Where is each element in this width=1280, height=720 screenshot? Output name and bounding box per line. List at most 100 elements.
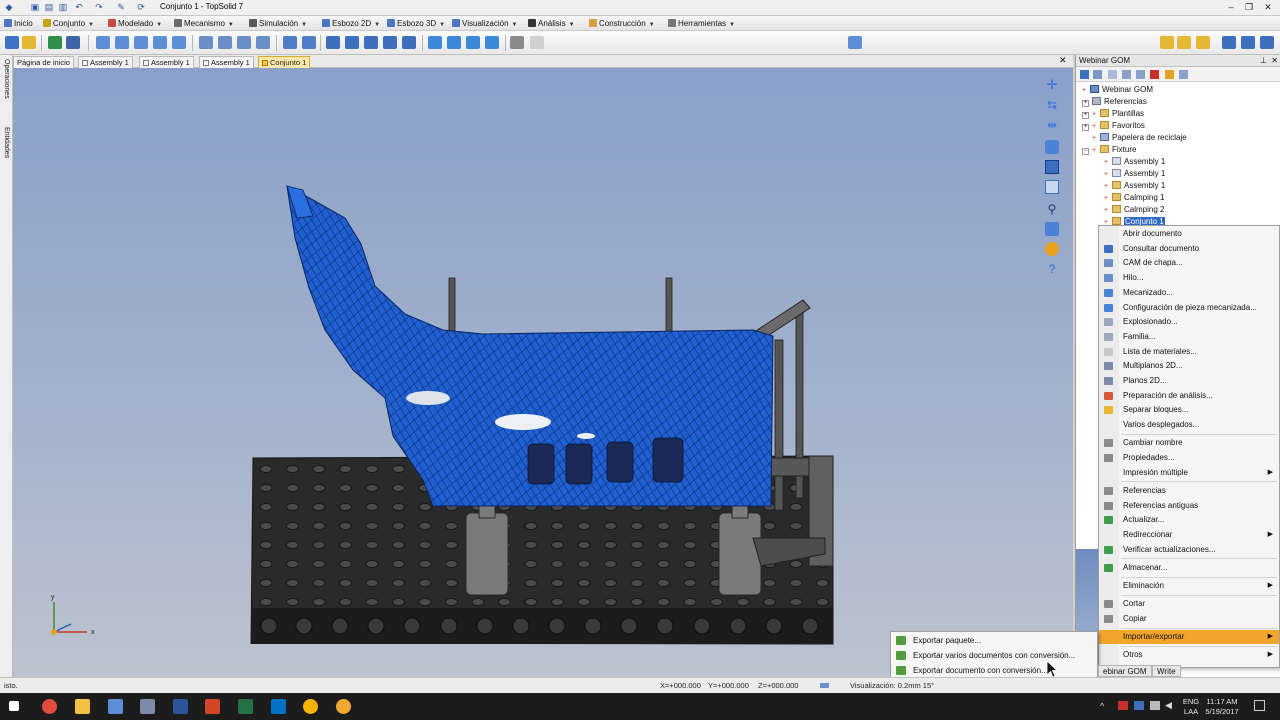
context-menu-item-verificar-actualizaciones[interactable]: Verificar actualizaciones... [1099,543,1279,557]
tree-item-fixture[interactable]: − + Fixture [1082,144,1136,156]
replace-icon[interactable] [48,36,62,49]
tab-assembly-2[interactable]: Assembly 1 [139,56,194,68]
context-menu-item-configuración-de-pieza-mecanizada[interactable]: Configuración de pieza mecanizada... [1099,301,1279,315]
menu-modelado[interactable]: Modelado ▼ [108,18,162,29]
filter-icon[interactable] [1108,70,1117,79]
menu-construccion[interactable]: Construcción ▼ [589,18,655,29]
cube-view-icon[interactable] [1045,222,1059,236]
view-rear-icon[interactable] [402,36,416,49]
undo-icon[interactable]: ↶ [74,2,84,12]
menu-inicio[interactable]: Inicio [4,18,33,29]
menu-esbozo-3d[interactable]: Esbozo 3D ▼ [387,18,445,29]
hidden-lines-icon[interactable] [466,36,480,49]
help-icon[interactable]: ? [1045,262,1059,276]
new-icon[interactable] [1080,70,1089,79]
menu-simulacion[interactable]: Simulación ▼ [249,18,307,29]
view-iso-icon[interactable] [383,36,397,49]
folder-open-icon[interactable] [1177,36,1191,49]
delete-icon[interactable] [1150,70,1159,79]
language-indicator[interactable]: ENG [1180,697,1202,706]
shading-icon[interactable] [428,36,442,49]
expand-icon[interactable]: + [1082,124,1089,131]
context-menu-item-consultar-documento[interactable]: Consultar documento [1099,242,1279,256]
close-window-button[interactable]: ✕ [1261,1,1275,13]
topsolid-icon[interactable] [303,699,318,714]
edges-icon[interactable] [485,36,499,49]
export-multiple-documents-item[interactable]: Exportar varios documentos con conversió… [891,648,1097,663]
context-menu-item-almacenar[interactable]: Almacenar... [1099,561,1279,575]
minimize-button[interactable]: – [1224,1,1238,13]
context-menu-item-cambiar-nombre[interactable]: Cambiar nombre [1099,436,1279,450]
menu-esbozo-2d[interactable]: Esbozo 2D ▼ [322,18,380,29]
app-2-icon[interactable] [140,699,155,714]
context-menu-item-abrir-documento[interactable]: Abrir documento [1099,227,1279,241]
tree-item-calmping-2[interactable]: + Calmping 2 [1104,204,1164,216]
save-icon[interactable]: ▣ [30,2,40,12]
context-menu-item-lista-de-materiales[interactable]: Lista de materiales... [1099,345,1279,359]
tab-operaciones[interactable]: Operaciones [1,59,12,99]
rotate-icon[interactable] [302,36,316,49]
context-menu-item-separar-bloques[interactable]: Separar bloques... [1099,403,1279,417]
context-menu-item-cam-de-chapa[interactable]: CAM de chapa... [1099,256,1279,270]
save-all-icon[interactable]: ▤ [44,2,54,12]
context-menu-item-actualizar[interactable]: Actualizar... [1099,513,1279,527]
zoom-icon[interactable] [1045,180,1059,194]
pencil-icon[interactable]: ✎ [116,2,126,12]
chrome-icon[interactable] [42,699,57,714]
pattern-icon[interactable] [66,36,80,49]
insert-assembly-icon[interactable] [22,36,36,49]
constraint-3-icon[interactable] [134,36,148,49]
tray-app-icon[interactable] [1118,701,1128,710]
move-icon[interactable] [283,36,297,49]
clock-time[interactable]: 11:17 AM [1202,697,1242,706]
tree-item-conjunto-1[interactable]: + Conjunto 1 [1104,216,1165,225]
context-menu-item-importar-exportar[interactable]: Importar/exportar ▶ [1099,630,1279,645]
print-icon[interactable]: ▥ [58,2,68,12]
tree-item-favoritos[interactable]: + + Favoritos [1082,120,1145,132]
context-menu-item-otros[interactable]: Otros ▶ [1099,648,1279,662]
tree-item-assembly-1b[interactable]: + Assembly 1 [1104,168,1165,180]
excel-icon[interactable] [238,699,253,714]
window-view-icon[interactable] [1045,160,1059,174]
constraint-5-icon[interactable] [172,36,186,49]
sketch-arc-icon[interactable] [218,36,232,49]
color-icon[interactable] [1045,242,1059,256]
close-document-icon[interactable]: ✕ [1059,55,1067,66]
export-document-item[interactable]: Exportar documento con conversión... [891,663,1097,678]
start-icon[interactable] [9,701,19,711]
selection-filter-icon[interactable] [530,36,544,49]
context-menu-item-eliminación[interactable]: Eliminación ▶ [1099,579,1279,593]
notifications-icon[interactable] [1254,700,1265,711]
context-menu-item-multiplanos-2d[interactable]: Multiplanos 2D... [1099,359,1279,373]
camera-icon[interactable] [1045,140,1059,154]
tree-item-calmping-1[interactable]: + Calmping 1 [1104,192,1164,204]
outlook-icon[interactable] [271,699,286,714]
tab-pagina-inicio[interactable]: Página de inicio [13,56,74,68]
context-menu-item-referencias[interactable]: Referencias [1099,484,1279,498]
move-view-icon[interactable]: ⇆ [1045,98,1059,112]
volume-icon[interactable]: ◀ [1165,700,1172,711]
tool-icon[interactable] [336,699,351,714]
menu-conjunto[interactable]: Conjunto ▼ [43,18,94,29]
tree-item-webinar-gom[interactable]: + Webinar GOM [1082,84,1153,96]
wireframe-icon[interactable] [447,36,461,49]
import-icon[interactable] [1165,70,1174,79]
pin-icon[interactable]: ⊥ [1260,55,1267,67]
sketch-point-icon[interactable] [256,36,270,49]
context-menu-item-propiedades[interactable]: Propiedades... [1099,451,1279,465]
layers-icon[interactable] [1136,70,1145,79]
expand-icon[interactable]: + [1082,112,1089,119]
expand-icon[interactable]: + [1082,100,1089,107]
grid-view-icon[interactable] [1179,70,1188,79]
menu-mecanismo[interactable]: Mecanismo ▼ [174,18,234,29]
collapse-icon[interactable]: − [1082,148,1089,155]
grid-icon[interactable] [1260,36,1274,49]
window-icon[interactable] [1241,36,1255,49]
pan-icon[interactable]: ⇹ [1045,118,1059,132]
redo-icon[interactable]: ↷ [94,2,104,12]
tab-write[interactable]: Write [1152,665,1181,677]
constraint-4-icon[interactable] [153,36,167,49]
context-menu-item-referencias-antiguas[interactable]: Referencias antiguas [1099,499,1279,513]
context-menu-item-cortar[interactable]: Cortar [1099,597,1279,611]
settings-icon[interactable] [1196,36,1210,49]
